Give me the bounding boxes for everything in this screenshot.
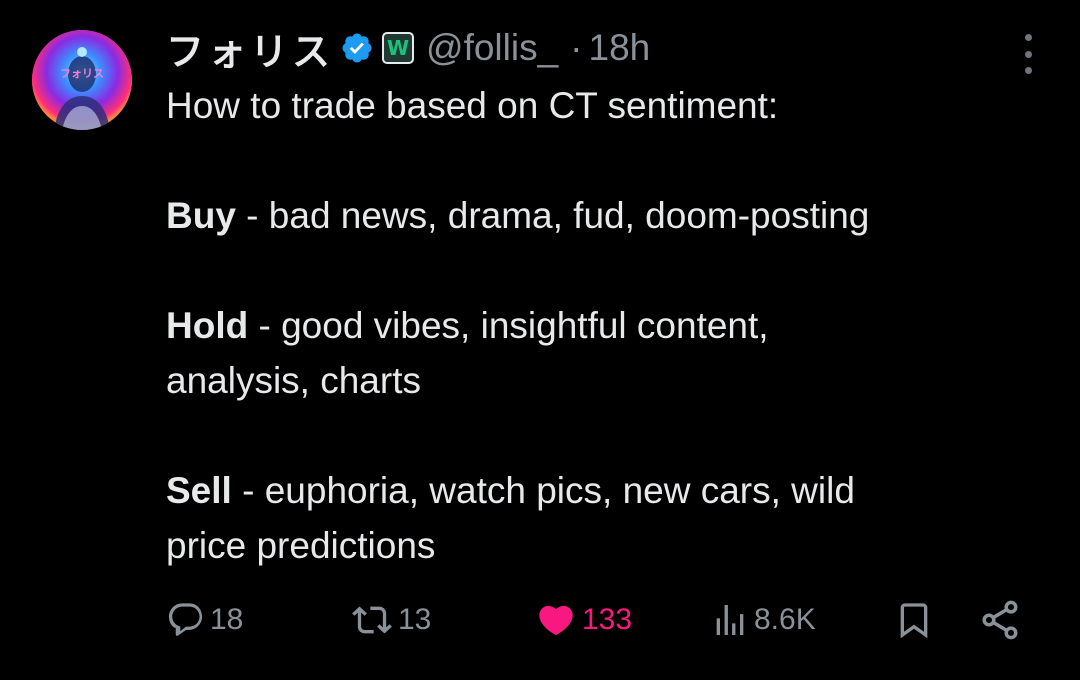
display-name[interactable]: フォリス xyxy=(166,21,334,76)
timestamp[interactable]: 18h xyxy=(589,27,651,69)
share-button[interactable] xyxy=(978,596,1022,644)
sell-line-2: price predictions xyxy=(166,525,436,566)
reply-icon xyxy=(168,603,203,636)
buy-line: Buy - bad news, drama, fud, doom-posting xyxy=(166,188,1046,243)
more-dot xyxy=(1024,50,1032,58)
more-dot xyxy=(1024,67,1032,74)
share-icon xyxy=(982,600,1018,640)
hold-line-2: analysis, charts xyxy=(166,360,421,401)
views-button[interactable]: 8.6K xyxy=(710,596,816,644)
action-bar: 18 13 133 8.6K xyxy=(166,596,1036,644)
sell-line: Sell - euphoria, watch pics, new cars, w… xyxy=(166,463,1046,518)
views-icon xyxy=(716,605,744,635)
separator-dot: · xyxy=(570,27,583,68)
like-count: 133 xyxy=(582,603,633,636)
sell-label: Sell xyxy=(166,470,232,511)
heart-icon xyxy=(539,605,573,636)
tweet-text: How to trade based on CT sentiment: Buy … xyxy=(166,78,1046,573)
hold-label: Hold xyxy=(166,305,249,346)
tweet-card[interactable]: フォリス フォリス W @follis_ · 18h How to trade … xyxy=(0,0,1080,680)
sell-text: - euphoria, watch pics, new cars, wild xyxy=(231,470,855,511)
buy-label: Buy xyxy=(166,195,236,236)
hold-line: Hold - good vibes, insightful content, xyxy=(166,298,1046,353)
reply-button[interactable]: 18 xyxy=(166,596,243,644)
bookmark-icon xyxy=(900,603,928,639)
bookmark-button[interactable] xyxy=(894,596,934,644)
retweet-count: 13 xyxy=(398,603,432,636)
views-count: 8.6K xyxy=(754,603,816,636)
retweet-icon xyxy=(352,606,392,634)
reply-count: 18 xyxy=(210,603,244,636)
avatar[interactable]: フォリス xyxy=(32,30,132,130)
affiliate-badge-icon[interactable]: W xyxy=(382,32,415,64)
tweet-header: フォリス W @follis_ · 18h xyxy=(166,22,650,74)
verified-badge-icon[interactable] xyxy=(340,31,374,65)
retweet-button[interactable]: 13 xyxy=(350,596,431,644)
hold-text: - good vibes, insightful content, xyxy=(248,305,769,346)
more-options-icon[interactable] xyxy=(1016,34,1040,74)
user-handle[interactable]: @follis_ xyxy=(426,27,558,69)
buy-text: - bad news, drama, fud, doom-posting xyxy=(235,195,870,236)
more-dot xyxy=(1024,34,1032,41)
like-button[interactable]: 133 xyxy=(534,596,632,644)
avatar-overlay-text: フォリス xyxy=(60,67,104,80)
tweet-intro: How to trade based on CT sentiment: xyxy=(166,85,779,126)
